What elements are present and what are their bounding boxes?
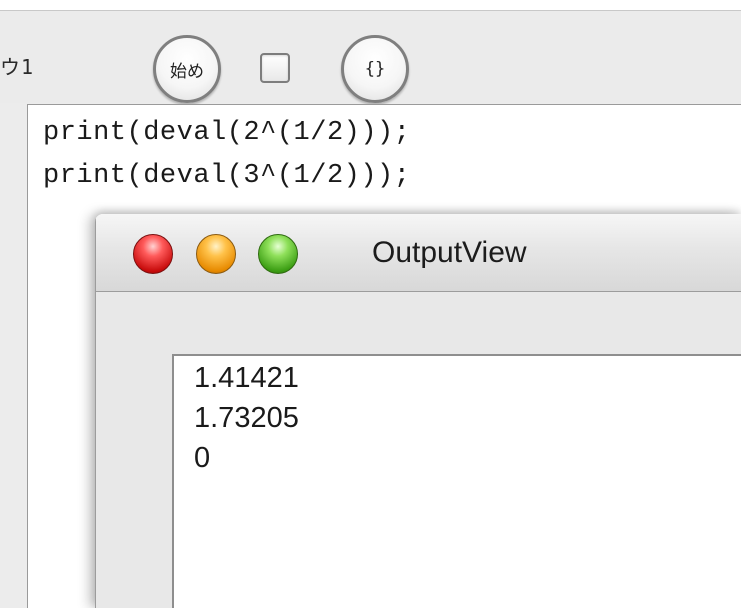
output-window: OutputView 1.41421 1.73205 0 <box>95 214 741 608</box>
output-line: 1.41421 <box>194 362 299 394</box>
toolbar-label: ウ1 <box>0 55 35 79</box>
window-title: OutputView <box>372 236 527 269</box>
code-line: print(deval(2^(1/2))); <box>43 118 411 148</box>
output-line: 1.73205 <box>194 402 299 434</box>
output-text-area[interactable]: 1.41421 1.73205 0 <box>172 354 741 608</box>
braces-button[interactable]: {} <box>341 35 409 103</box>
output-window-title-bar[interactable]: OutputView <box>95 214 741 292</box>
braces-button-label: {} <box>364 59 386 79</box>
toolbar: ウ1 始め {} <box>0 11 741 103</box>
output-line: 0 <box>194 442 211 474</box>
close-window-icon[interactable] <box>133 234 173 274</box>
window-top-edge <box>0 0 741 11</box>
start-button[interactable]: 始め <box>153 35 221 103</box>
zoom-window-icon[interactable] <box>258 234 298 274</box>
output-window-body: 1.41421 1.73205 0 <box>95 292 741 608</box>
toolbar-checkbox[interactable] <box>260 53 290 83</box>
code-line: print(deval(3^(1/2))); <box>43 161 411 191</box>
start-button-label: 始め <box>170 61 204 82</box>
minimize-window-icon[interactable] <box>196 234 236 274</box>
